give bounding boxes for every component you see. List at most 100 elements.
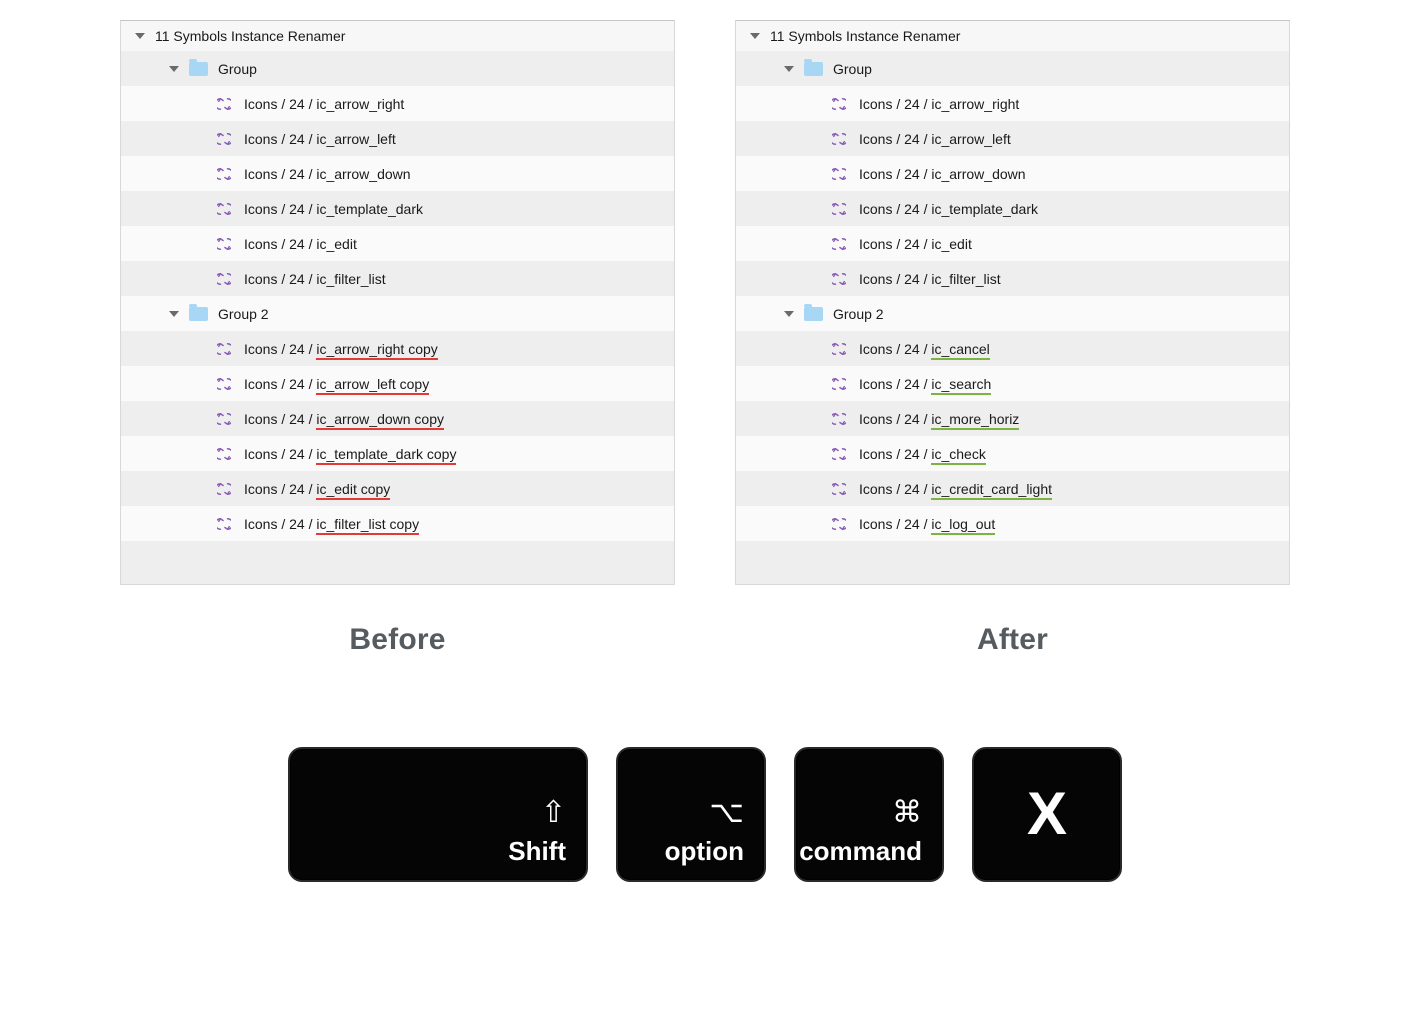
symbol-instance-icon: [831, 201, 847, 217]
group-row[interactable]: Group 2: [121, 296, 674, 331]
layer-row[interactable]: Icons / 24 / ic_credit_card_light: [736, 471, 1289, 506]
layer-label: Icons / 24 / ic_log_out: [859, 516, 995, 532]
page-title: 11 Symbols Instance Renamer: [770, 28, 960, 44]
layer-row[interactable]: Icons / 24 / ic_arrow_left: [736, 121, 1289, 156]
symbol-instance-icon: [216, 166, 232, 182]
caption-before: Before: [120, 623, 675, 657]
layer-label: Icons / 24 / ic_more_horiz: [859, 411, 1019, 427]
layer-row[interactable]: Icons / 24 / ic_arrow_left copy: [121, 366, 674, 401]
symbol-instance-icon: [831, 481, 847, 497]
panel-spacer: [736, 541, 1289, 584]
command-icon: ⌘: [892, 798, 922, 828]
layer-row[interactable]: Icons / 24 / ic_filter_list: [121, 261, 674, 296]
option-icon: ⌥: [709, 798, 744, 828]
symbol-instance-icon: [831, 96, 847, 112]
folder-icon: [189, 307, 208, 321]
layer-label: Icons / 24 / ic_filter_list: [244, 271, 386, 287]
layer-label: Icons / 24 / ic_arrow_down: [859, 166, 1026, 182]
group-label: Group: [833, 61, 872, 77]
layer-row[interactable]: Icons / 24 / ic_arrow_down copy: [121, 401, 674, 436]
chevron-down-icon: [169, 311, 179, 317]
symbol-instance-icon: [831, 516, 847, 532]
layer-label: Icons / 24 / ic_edit copy: [244, 481, 390, 497]
panel-spacer: [121, 541, 674, 584]
symbol-instance-icon: [216, 201, 232, 217]
panel-header[interactable]: 11 Symbols Instance Renamer: [121, 21, 674, 51]
folder-icon: [189, 62, 208, 76]
layer-row[interactable]: Icons / 24 / ic_arrow_down: [736, 156, 1289, 191]
symbol-instance-icon: [831, 341, 847, 357]
layer-label: Icons / 24 / ic_arrow_left: [859, 131, 1011, 147]
key-shift: ⇧ Shift: [288, 747, 588, 882]
symbol-instance-icon: [216, 341, 232, 357]
group-label: Group 2: [833, 306, 884, 322]
key-command: ⌘ command: [794, 747, 944, 882]
layer-row[interactable]: Icons / 24 / ic_log_out: [736, 506, 1289, 541]
symbol-instance-icon: [831, 236, 847, 252]
layer-row[interactable]: Icons / 24 / ic_filter_list: [736, 261, 1289, 296]
layer-label: Icons / 24 / ic_template_dark: [244, 201, 423, 217]
layer-label: Icons / 24 / ic_arrow_right copy: [244, 341, 438, 357]
chevron-down-icon: [169, 66, 179, 72]
chevron-down-icon: [784, 311, 794, 317]
layer-label: Icons / 24 / ic_edit: [244, 236, 357, 252]
layer-label: Icons / 24 / ic_template_dark copy: [244, 446, 456, 462]
layer-row[interactable]: Icons / 24 / ic_arrow_right copy: [121, 331, 674, 366]
keyboard-shortcut: ⇧ Shift ⌥ option ⌘ command X: [0, 747, 1410, 882]
layer-label: Icons / 24 / ic_arrow_down copy: [244, 411, 444, 427]
layer-label: Icons / 24 / ic_arrow_left copy: [244, 376, 429, 392]
key-label: X: [1027, 784, 1067, 844]
layer-list-after: 11 Symbols Instance Renamer Group Icons …: [735, 20, 1290, 585]
layer-row[interactable]: Icons / 24 / ic_edit: [121, 226, 674, 261]
symbol-instance-icon: [831, 131, 847, 147]
symbol-instance-icon: [216, 481, 232, 497]
key-option: ⌥ option: [616, 747, 766, 882]
layer-row[interactable]: Icons / 24 / ic_template_dark copy: [121, 436, 674, 471]
symbol-instance-icon: [216, 271, 232, 287]
before-panel: 11 Symbols Instance Renamer Group Icons …: [120, 20, 675, 657]
group-label: Group: [218, 61, 257, 77]
layer-label: Icons / 24 / ic_check: [859, 446, 986, 462]
group-row[interactable]: Group: [736, 51, 1289, 86]
layer-row[interactable]: Icons / 24 / ic_template_dark: [121, 191, 674, 226]
key-label: Shift: [508, 838, 566, 864]
panel-header[interactable]: 11 Symbols Instance Renamer: [736, 21, 1289, 51]
layer-label: Icons / 24 / ic_credit_card_light: [859, 481, 1052, 497]
caption-after: After: [735, 623, 1290, 657]
layer-row[interactable]: Icons / 24 / ic_cancel: [736, 331, 1289, 366]
group-row[interactable]: Group: [121, 51, 674, 86]
layer-row[interactable]: Icons / 24 / ic_template_dark: [736, 191, 1289, 226]
layer-row[interactable]: Icons / 24 / ic_search: [736, 366, 1289, 401]
layer-row[interactable]: Icons / 24 / ic_edit copy: [121, 471, 674, 506]
group-row[interactable]: Group 2: [736, 296, 1289, 331]
after-panel: 11 Symbols Instance Renamer Group Icons …: [735, 20, 1290, 657]
layer-row[interactable]: Icons / 24 / ic_check: [736, 436, 1289, 471]
layer-row[interactable]: Icons / 24 / ic_filter_list copy: [121, 506, 674, 541]
symbol-instance-icon: [831, 166, 847, 182]
key-x: X: [972, 747, 1122, 882]
chevron-down-icon: [784, 66, 794, 72]
layer-label: Icons / 24 / ic_template_dark: [859, 201, 1038, 217]
layer-label: Icons / 24 / ic_arrow_right: [244, 96, 404, 112]
symbol-instance-icon: [216, 411, 232, 427]
symbol-instance-icon: [216, 96, 232, 112]
symbol-instance-icon: [216, 131, 232, 147]
layer-label: Icons / 24 / ic_edit: [859, 236, 972, 252]
folder-icon: [804, 62, 823, 76]
chevron-down-icon: [750, 33, 760, 39]
layer-row[interactable]: Icons / 24 / ic_arrow_left: [121, 121, 674, 156]
folder-icon: [804, 307, 823, 321]
layer-row[interactable]: Icons / 24 / ic_arrow_down: [121, 156, 674, 191]
layer-row[interactable]: Icons / 24 / ic_edit: [736, 226, 1289, 261]
shift-icon: ⇧: [541, 798, 566, 828]
page-title: 11 Symbols Instance Renamer: [155, 28, 345, 44]
layer-row[interactable]: Icons / 24 / ic_arrow_right: [736, 86, 1289, 121]
layer-row[interactable]: Icons / 24 / ic_arrow_right: [121, 86, 674, 121]
key-label: command: [799, 838, 922, 864]
symbol-instance-icon: [831, 446, 847, 462]
symbol-instance-icon: [831, 271, 847, 287]
layer-label: Icons / 24 / ic_arrow_left: [244, 131, 396, 147]
symbol-instance-icon: [831, 411, 847, 427]
layer-row[interactable]: Icons / 24 / ic_more_horiz: [736, 401, 1289, 436]
layer-label: Icons / 24 / ic_filter_list: [859, 271, 1001, 287]
